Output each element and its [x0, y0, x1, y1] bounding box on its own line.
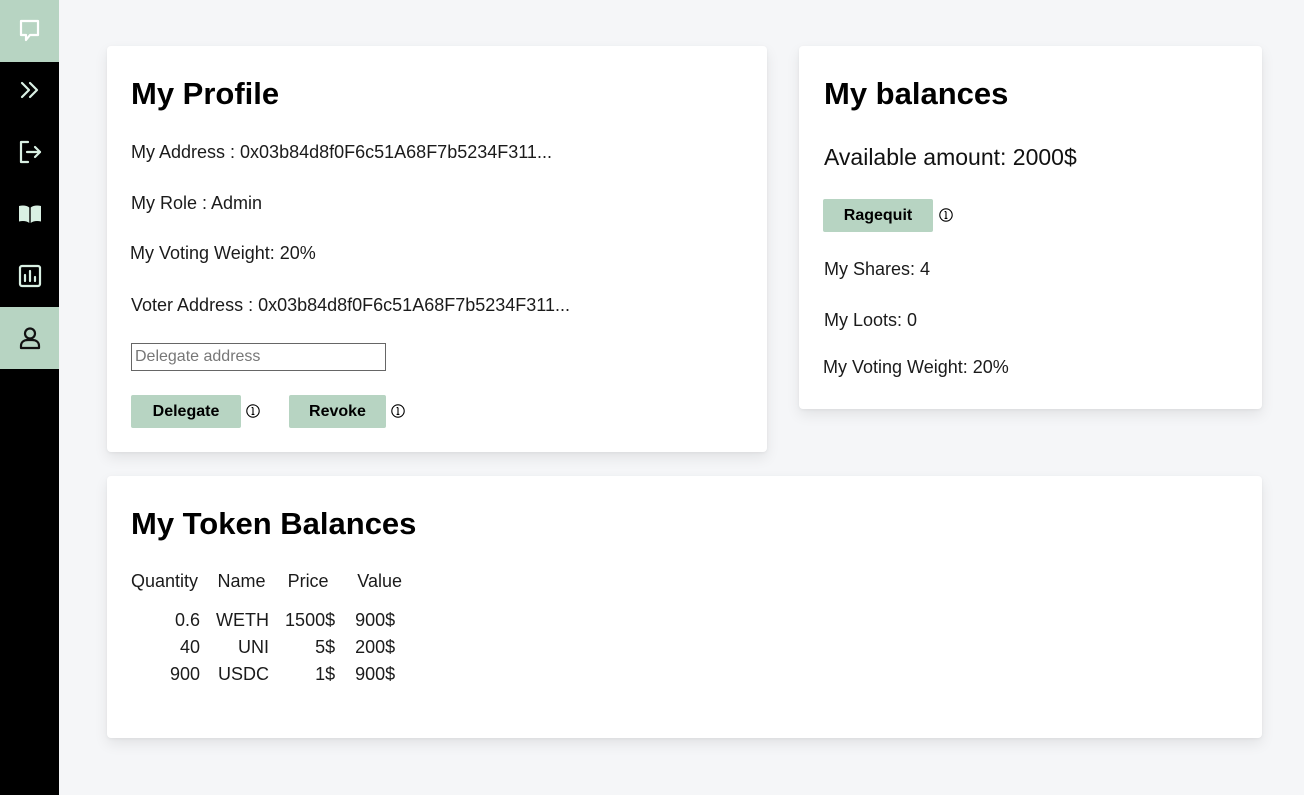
name-cell: WETH: [216, 610, 270, 630]
book-icon: [18, 205, 41, 223]
sidebar-item-profile[interactable]: [0, 307, 59, 369]
value-cell: 900$: [355, 664, 396, 684]
table-row: 40 UNI 5$ 200$: [131, 634, 404, 661]
balances-voting-weight: My Voting Weight: 20%: [823, 357, 1009, 377]
sidebar-item-chat[interactable]: [0, 0, 59, 62]
value-cell: 900$: [355, 610, 396, 630]
value-cell: 200$: [355, 637, 396, 657]
sidebar-item-stats[interactable]: [0, 245, 59, 307]
profile-card: My Profile My Address : 0x03b84d8f0F6c51…: [107, 46, 767, 452]
my-address: My Address : 0x03b84d8f0F6c51A68F7b5234F…: [131, 142, 552, 162]
token-balances-title: My Token Balances: [131, 506, 417, 541]
price-cell: 5$: [315, 637, 336, 657]
price-cell: 1$: [315, 664, 336, 684]
quantity-cell: 900: [170, 664, 201, 684]
sidebar: [0, 0, 59, 795]
sidebar-item-logout[interactable]: [0, 121, 59, 183]
sidebar-item-docs[interactable]: [0, 183, 59, 245]
ragequit-button[interactable]: Ragequit: [823, 199, 933, 232]
revoke-button[interactable]: Revoke: [289, 395, 386, 428]
my-role: My Role : Admin: [131, 193, 263, 213]
profile-title: My Profile: [131, 76, 280, 111]
user-icon: [19, 327, 40, 350]
my-shares: My Shares: 4: [824, 259, 931, 279]
token-table: Quantity Name Price Value 0.6 WETH 1500$…: [131, 569, 404, 688]
available-amount: Available amount: 2000$: [824, 144, 1077, 170]
chevrons-right-icon: [20, 81, 38, 99]
logout-icon: [19, 140, 41, 164]
my-voting-weight: My Voting Weight: 20%: [130, 243, 316, 263]
voter-address: Voter Address : 0x03b84d8f0F6c51A68F7b52…: [131, 295, 570, 315]
chart-icon: [18, 264, 41, 288]
balances-card: My balances Available amount: 2000$ Rage…: [799, 46, 1262, 409]
revoke-info-icon[interactable]: [391, 404, 405, 418]
column-header-quantity: Quantity: [131, 570, 199, 591]
token-balances-card: My Token Balances Quantity Name Price Va…: [107, 476, 1262, 738]
delegate-address-input[interactable]: [131, 343, 386, 371]
ragequit-info-icon[interactable]: [939, 208, 953, 222]
column-header-price: Price: [287, 570, 329, 591]
delegate-button[interactable]: Delegate: [131, 395, 241, 428]
price-cell: 1500$: [285, 610, 336, 630]
delegate-info-icon[interactable]: [246, 404, 260, 418]
name-cell: UNI: [238, 637, 270, 657]
table-row: 0.6 WETH 1500$ 900$: [131, 607, 404, 634]
name-cell: USDC: [218, 664, 270, 684]
quantity-cell: 40: [180, 637, 201, 657]
token-table-header: Quantity Name Price Value: [131, 569, 404, 607]
sidebar-item-expand[interactable]: [0, 59, 59, 121]
column-header-value: Value: [357, 570, 402, 591]
chat-icon: [19, 19, 39, 42]
balances-title: My balances: [824, 76, 1009, 111]
my-loots: My Loots: 0: [824, 310, 918, 330]
quantity-cell: 0.6: [175, 610, 201, 630]
table-row: 900 USDC 1$ 900$: [131, 661, 404, 688]
column-header-name: Name: [217, 570, 266, 591]
